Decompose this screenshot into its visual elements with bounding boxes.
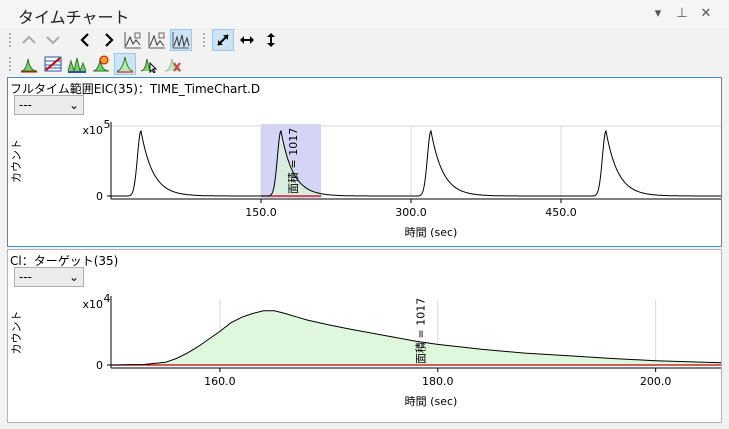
chart-overlay-3-icon xyxy=(172,32,190,49)
x-tick-label: 300.0 xyxy=(395,206,427,219)
peak-area-annotation: 面積 = 1017 xyxy=(414,298,428,364)
peak-delete-button[interactable] xyxy=(162,53,184,75)
back-button[interactable] xyxy=(74,29,96,51)
y-axis-title: カウント xyxy=(10,311,23,355)
peak-cursor-icon xyxy=(140,58,158,73)
next-down-icon xyxy=(46,36,60,45)
toolbar-grip[interactable] xyxy=(8,32,12,48)
autoscale-x-button[interactable] xyxy=(236,29,258,51)
autoscale-x-icon xyxy=(240,36,254,44)
dropdown-arrow-icon[interactable]: ▾ xyxy=(651,6,665,21)
chart-pane-full-eic[interactable]: フルタイム範囲EIC(35)：TIME_TimeChart.D --- ⌄ 15… xyxy=(7,77,722,247)
peak-select-button[interactable] xyxy=(114,53,136,75)
forward-icon xyxy=(105,33,114,47)
peak-area-annotation: 面積 = 1017 xyxy=(286,128,300,194)
forward-button[interactable] xyxy=(98,29,120,51)
integrate-icon xyxy=(20,58,38,73)
integrate-button[interactable] xyxy=(18,53,40,75)
x-tick-label: 150.0 xyxy=(245,206,277,219)
toolbar-navigation xyxy=(0,28,729,52)
eic-chart[interactable]: 150.0 300.0 450.0 0 x10 5 時間 (sec) カウント 面積 = 101… xyxy=(8,78,721,246)
autoscale-y-button[interactable] xyxy=(260,29,282,51)
chart-overlay-2-icon xyxy=(148,32,165,49)
next-down-button[interactable] xyxy=(42,29,64,51)
window-title: タイムチャート xyxy=(18,8,130,27)
peak-marker-button[interactable] xyxy=(90,53,112,75)
peaks-button[interactable] xyxy=(66,53,88,75)
peak-marker-icon xyxy=(92,55,110,72)
close-icon[interactable]: ✕ xyxy=(699,6,713,21)
peak-cursor-button[interactable] xyxy=(138,53,160,75)
y-tick-label: 0 xyxy=(96,190,103,203)
eic-trace xyxy=(111,129,721,197)
autoscale-xy-button[interactable] xyxy=(212,29,234,51)
peaks-icon xyxy=(67,57,87,73)
x-tick-label: 180.0 xyxy=(422,375,454,388)
window-controls: ▾ ⊥ ✕ xyxy=(651,6,713,21)
peak-select-icon xyxy=(116,56,134,73)
autoscale-xy-icon xyxy=(217,34,229,46)
prev-up-button[interactable] xyxy=(18,29,40,51)
x-axis-title: 時間 (sec) xyxy=(405,226,458,239)
y-multiplier-label: x10 xyxy=(82,124,103,137)
peak-table-button[interactable] xyxy=(42,53,64,75)
x-tick-label: 160.0 xyxy=(204,375,236,388)
toolbar-peaks xyxy=(0,52,729,76)
peak-table-icon xyxy=(44,56,62,72)
chart-overlay-1-button[interactable] xyxy=(122,29,144,51)
y-tick-label: 0 xyxy=(96,359,103,372)
x-axis-title: 時間 (sec) xyxy=(405,395,458,408)
autoscale-y-icon xyxy=(267,33,275,47)
back-icon xyxy=(80,33,89,47)
toolbar-grip[interactable] xyxy=(8,56,12,72)
y-axis-title: カウント xyxy=(10,139,23,183)
pin-icon[interactable]: ⊥ xyxy=(675,6,689,21)
toolbar-grip[interactable] xyxy=(202,32,206,48)
chart-overlay-1-icon xyxy=(124,32,141,49)
window-titlebar: タイムチャート ▾ ⊥ ✕ xyxy=(0,0,729,28)
x-tick-label: 450.0 xyxy=(545,206,577,219)
prev-up-icon xyxy=(22,35,36,44)
chart-overlay-2-button[interactable] xyxy=(146,29,168,51)
chart-pane-target[interactable]: Cl：ターゲット(35) --- ⌄ 160.0 180.0 200.0 0 x10 4 時… xyxy=(7,249,722,423)
peak-delete-icon xyxy=(164,58,182,72)
chart-overlay-3-button[interactable] xyxy=(170,29,192,51)
target-chart[interactable]: 160.0 180.0 200.0 0 x10 4 時間 (sec) カウント 面積 = 101… xyxy=(8,250,721,422)
y-exponent-label: 5 xyxy=(104,118,111,131)
x-tick-label: 200.0 xyxy=(640,375,672,388)
y-multiplier-label: x10 xyxy=(82,298,103,311)
y-exponent-label: 4 xyxy=(104,292,111,305)
